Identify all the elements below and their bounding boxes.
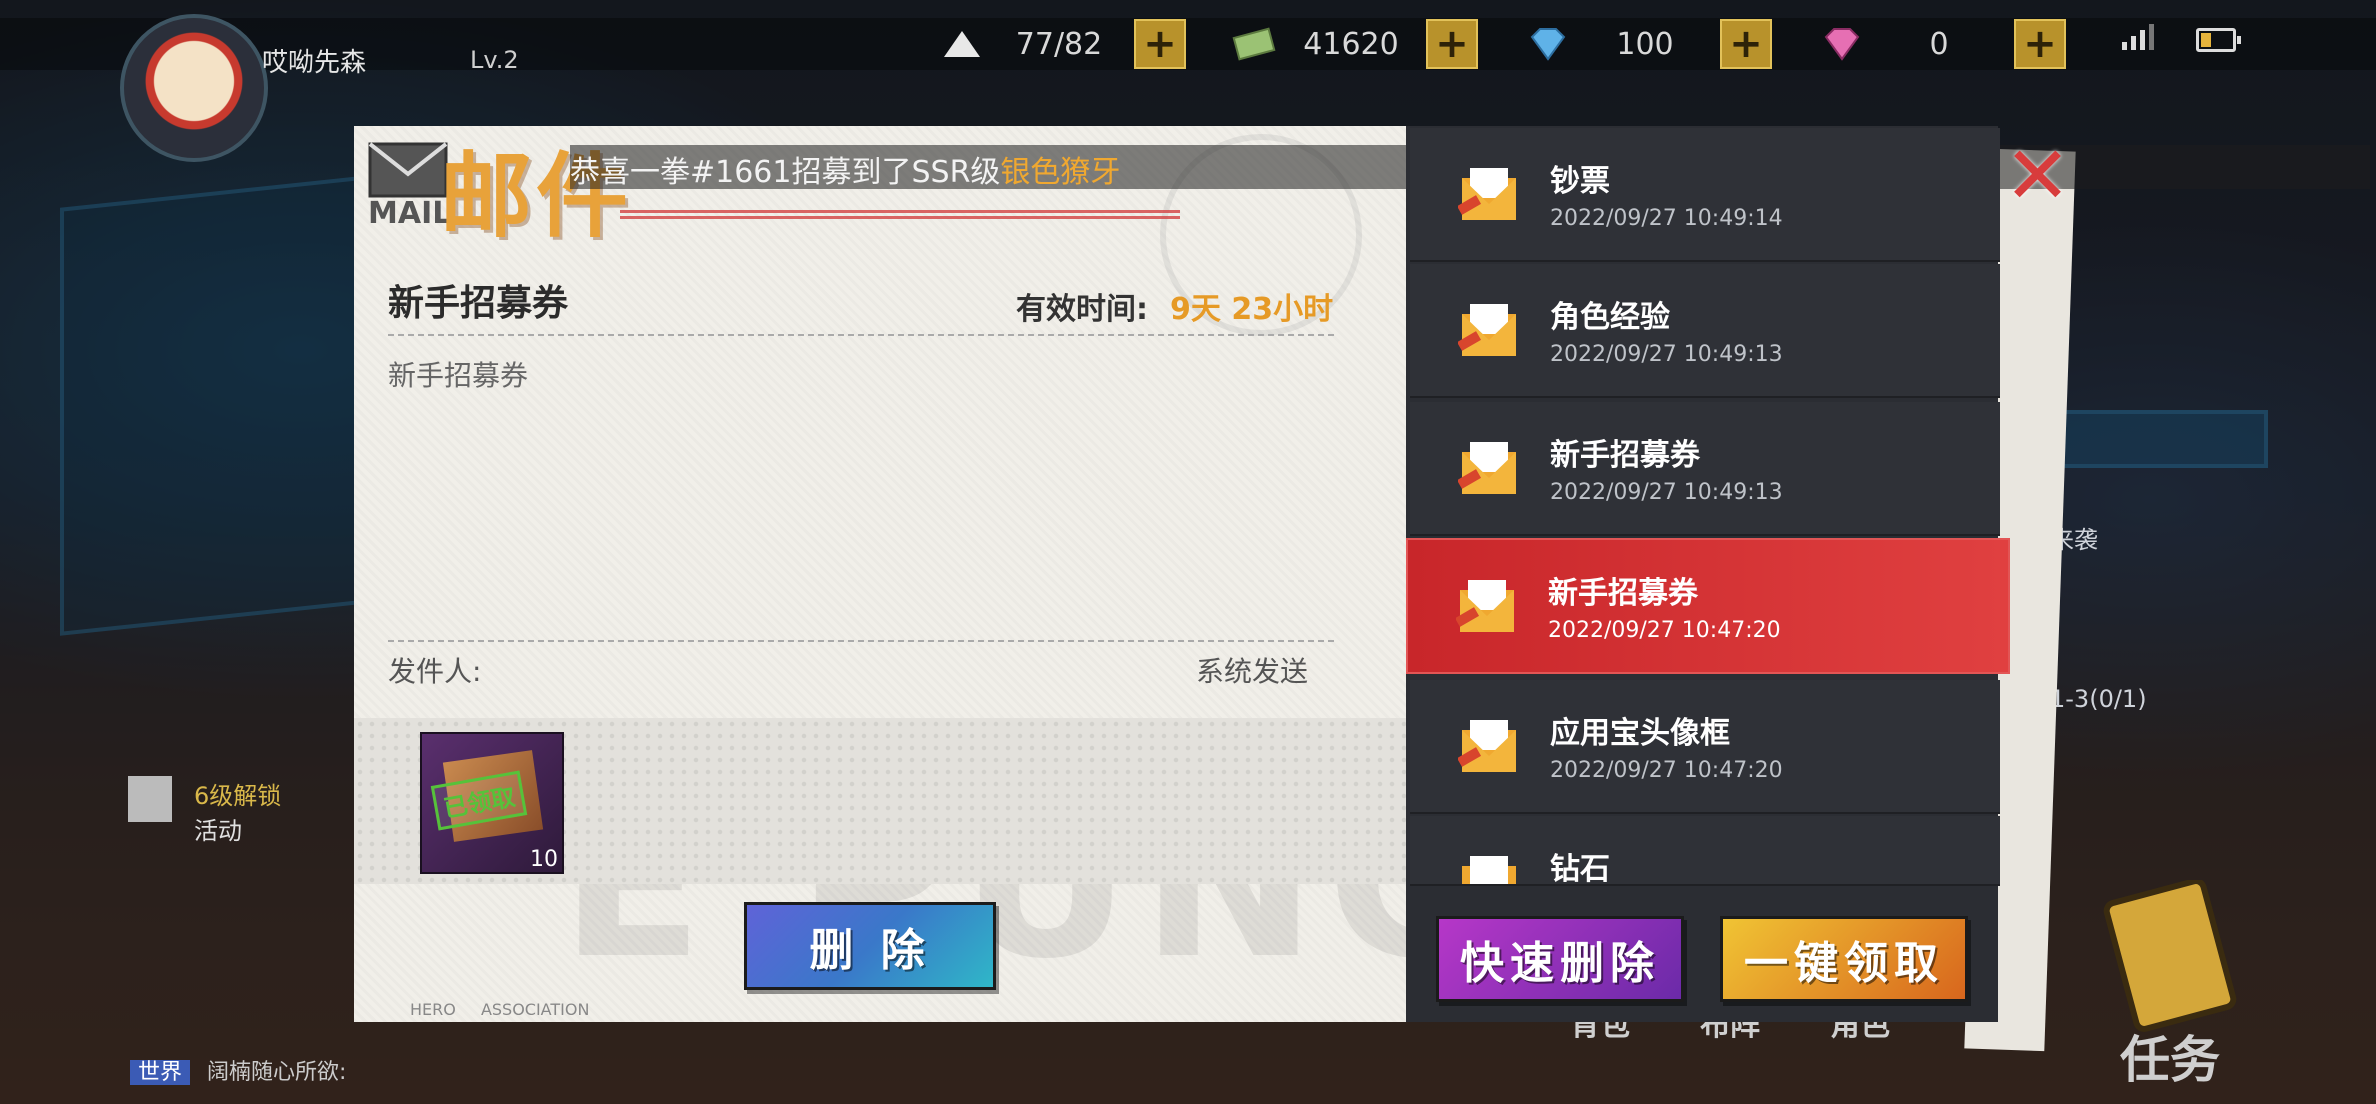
claim-all-button[interactable]: 一键领取 <box>1720 916 1968 1002</box>
footer-text: HERO ASSOCIATION <box>410 1000 590 1019</box>
add-stamina-button[interactable]: + <box>1134 19 1186 69</box>
delete-button[interactable]: 删 除 <box>744 902 996 990</box>
mail-list-item-selected[interactable]: 新手招募券 2022/09/27 10:47:20 <box>1406 538 2010 674</box>
signal-icon <box>2122 24 2154 50</box>
diamond-icon <box>1530 28 1566 61</box>
envelope-logo-icon <box>368 142 448 198</box>
mail-item-title: 应用宝头像框 <box>1550 716 1730 751</box>
valid-time-value: 9天 23小时 <box>1170 292 1334 327</box>
sender-label: 发件人: <box>388 655 482 688</box>
mail-list-item[interactable]: 钞票 2022/09/27 10:49:14 <box>1410 128 2000 262</box>
gift-label: 活动 <box>194 817 242 845</box>
stamina-value: 77/82 <box>1015 26 1103 62</box>
chat-text: 阔楠随心所欲: <box>207 1060 347 1085</box>
mail-item-time: 2022/09/27 10:49:13 <box>1550 342 1783 367</box>
attachment-quantity: 10 <box>530 847 558 872</box>
player-level: Lv.2 <box>470 46 519 74</box>
mail-list-item[interactable]: 钻石 <box>1410 816 2000 886</box>
resource-cash: 41620 + <box>1232 19 1478 69</box>
valid-time-label: 有效时间: <box>1016 292 1148 327</box>
gift-unlock-text: 6级解锁 <box>194 782 282 810</box>
mail-item-time: 2022/09/27 10:47:20 <box>1548 618 1781 643</box>
envelope-icon <box>1458 720 1516 772</box>
divider <box>388 640 1334 642</box>
mail-list-item[interactable]: 角色经验 2022/09/27 10:49:13 <box>1410 264 2000 398</box>
add-cash-button[interactable]: + <box>1426 19 1478 69</box>
battery-icon <box>2196 28 2241 52</box>
pink-gem-icon <box>1824 28 1860 61</box>
cash-value: 41620 <box>1303 26 1399 62</box>
add-gem-button[interactable]: + <box>2014 19 2066 69</box>
mail-body-text: 新手招募券 <box>388 359 529 392</box>
chat-line[interactable]: 世界 阔楠随心所欲: <box>130 1054 346 1086</box>
decor-stripe <box>620 210 1180 222</box>
activity-gift[interactable]: 6级解锁 活动 <box>128 776 281 846</box>
resource-gem: 0 + <box>1820 19 2066 69</box>
side-progress-text: 1-3(0/1) <box>2050 685 2147 713</box>
envelope-icon <box>1462 856 1516 884</box>
broadcast-text: 恭喜一拳#1661招募到了SSR级银色獠牙 <box>570 147 1120 191</box>
sender-value: 系统发送 <box>1196 655 1309 688</box>
mail-subject: 新手招募券 <box>388 283 569 324</box>
mail-item-time: 2022/09/27 10:49:13 <box>1550 480 1783 505</box>
envelope-icon <box>1456 580 1514 632</box>
cash-icon <box>1232 27 1276 61</box>
side-event-text: 来袭 <box>2050 526 2098 554</box>
gift-icon <box>128 776 172 822</box>
resource-stamina: 77/82 + <box>940 19 1186 69</box>
mail-item-title: 钞票 <box>1550 164 1610 199</box>
resource-diamond: 100 + <box>1526 19 1772 69</box>
mail-item-time: 2022/09/27 10:49:14 <box>1550 206 1783 231</box>
mail-list-item[interactable]: 应用宝头像框 2022/09/27 10:47:20 <box>1410 680 2000 814</box>
task-label[interactable]: 任务 <box>2120 1020 2220 1092</box>
mail-logo-text: MAIL <box>368 196 452 231</box>
add-diamond-button[interactable]: + <box>1720 19 1772 69</box>
divider <box>388 334 1334 336</box>
broadcast-prefix: 恭喜一拳#1661招募到了SSR级 <box>570 155 1001 190</box>
stamina-icon <box>944 31 980 57</box>
broadcast-highlight: 银色獠牙 <box>1000 155 1121 190</box>
mail-list-item[interactable]: 新手招募券 2022/09/27 10:49:13 <box>1410 402 2000 536</box>
mail-item-title: 角色经验 <box>1550 300 1670 335</box>
chat-channel-tag: 世界 <box>130 1060 191 1085</box>
diamond-value: 100 <box>1616 26 1674 62</box>
envelope-icon <box>1458 168 1516 220</box>
side-info: 来袭 1-3(0/1) <box>2050 520 2147 713</box>
mail-item-time: 2022/09/27 10:47:20 <box>1550 758 1783 783</box>
quick-delete-button[interactable]: 快速删除 <box>1436 916 1684 1002</box>
mail-item-title: 新手招募券 <box>1548 576 1698 611</box>
close-icon[interactable]: ✕ <box>2004 136 2071 216</box>
player-avatar[interactable] <box>120 14 268 162</box>
envelope-icon <box>1458 304 1516 356</box>
gem-value: 0 <box>1929 26 1949 62</box>
envelope-icon <box>1458 442 1516 494</box>
mail-item-title: 钻石 <box>1550 852 1610 886</box>
mail-item-title: 新手招募券 <box>1550 438 1700 473</box>
attachment-item[interactable]: 已领取 10 <box>420 732 564 874</box>
player-name: 哎呦先森 <box>262 48 367 78</box>
